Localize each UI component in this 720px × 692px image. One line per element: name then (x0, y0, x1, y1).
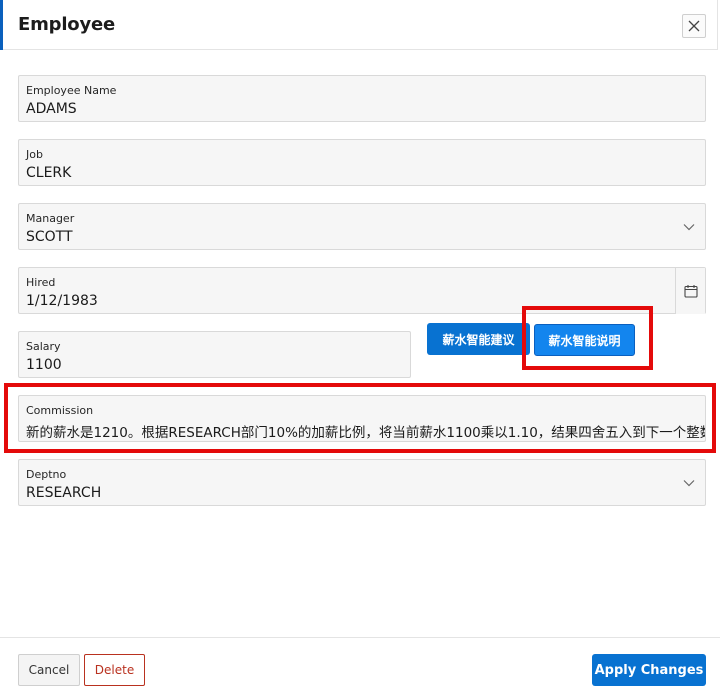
header-accent-bar (0, 0, 3, 50)
delete-button[interactable]: Delete (84, 654, 145, 686)
employee-name-label: Employee Name (26, 84, 117, 97)
job-value: CLERK (26, 165, 72, 181)
close-icon (688, 20, 700, 32)
dialog-header: Employee (0, 0, 718, 50)
chevron-down-icon (683, 224, 695, 231)
highlight-box-explain-button (522, 306, 653, 370)
salary-field[interactable]: Salary 1100 (18, 331, 411, 378)
close-button[interactable] (682, 14, 706, 38)
highlight-box-commission (4, 383, 716, 453)
manager-label: Manager (26, 212, 75, 225)
calendar-icon (683, 285, 698, 298)
deptno-select[interactable]: Deptno RESEARCH (18, 459, 706, 506)
hired-value: 1/12/1983 (26, 293, 98, 309)
salary-label: Salary (26, 340, 61, 353)
hired-label: Hired (26, 276, 56, 289)
manager-select[interactable]: Manager SCOTT (18, 203, 706, 250)
salary-suggest-button[interactable]: 薪水智能建议 (427, 323, 530, 355)
calendar-button[interactable] (675, 268, 705, 314)
deptno-label: Deptno (26, 468, 67, 481)
employee-name-field[interactable]: Employee Name ADAMS (18, 75, 706, 122)
apply-changes-button[interactable]: Apply Changes (592, 654, 706, 686)
dialog-title: Employee (18, 14, 116, 35)
job-label: Job (26, 148, 43, 161)
employee-name-value: ADAMS (26, 101, 77, 117)
dialog-footer: Cancel Delete Apply Changes (0, 637, 720, 692)
cancel-button[interactable]: Cancel (18, 654, 80, 686)
employee-dialog: Employee Employee Name ADAMS Job CLERK M… (0, 0, 720, 692)
job-field[interactable]: Job CLERK (18, 139, 706, 186)
deptno-value: RESEARCH (26, 485, 102, 501)
chevron-down-icon (683, 480, 695, 487)
salary-value: 1100 (26, 357, 62, 373)
manager-value: SCOTT (26, 229, 73, 245)
